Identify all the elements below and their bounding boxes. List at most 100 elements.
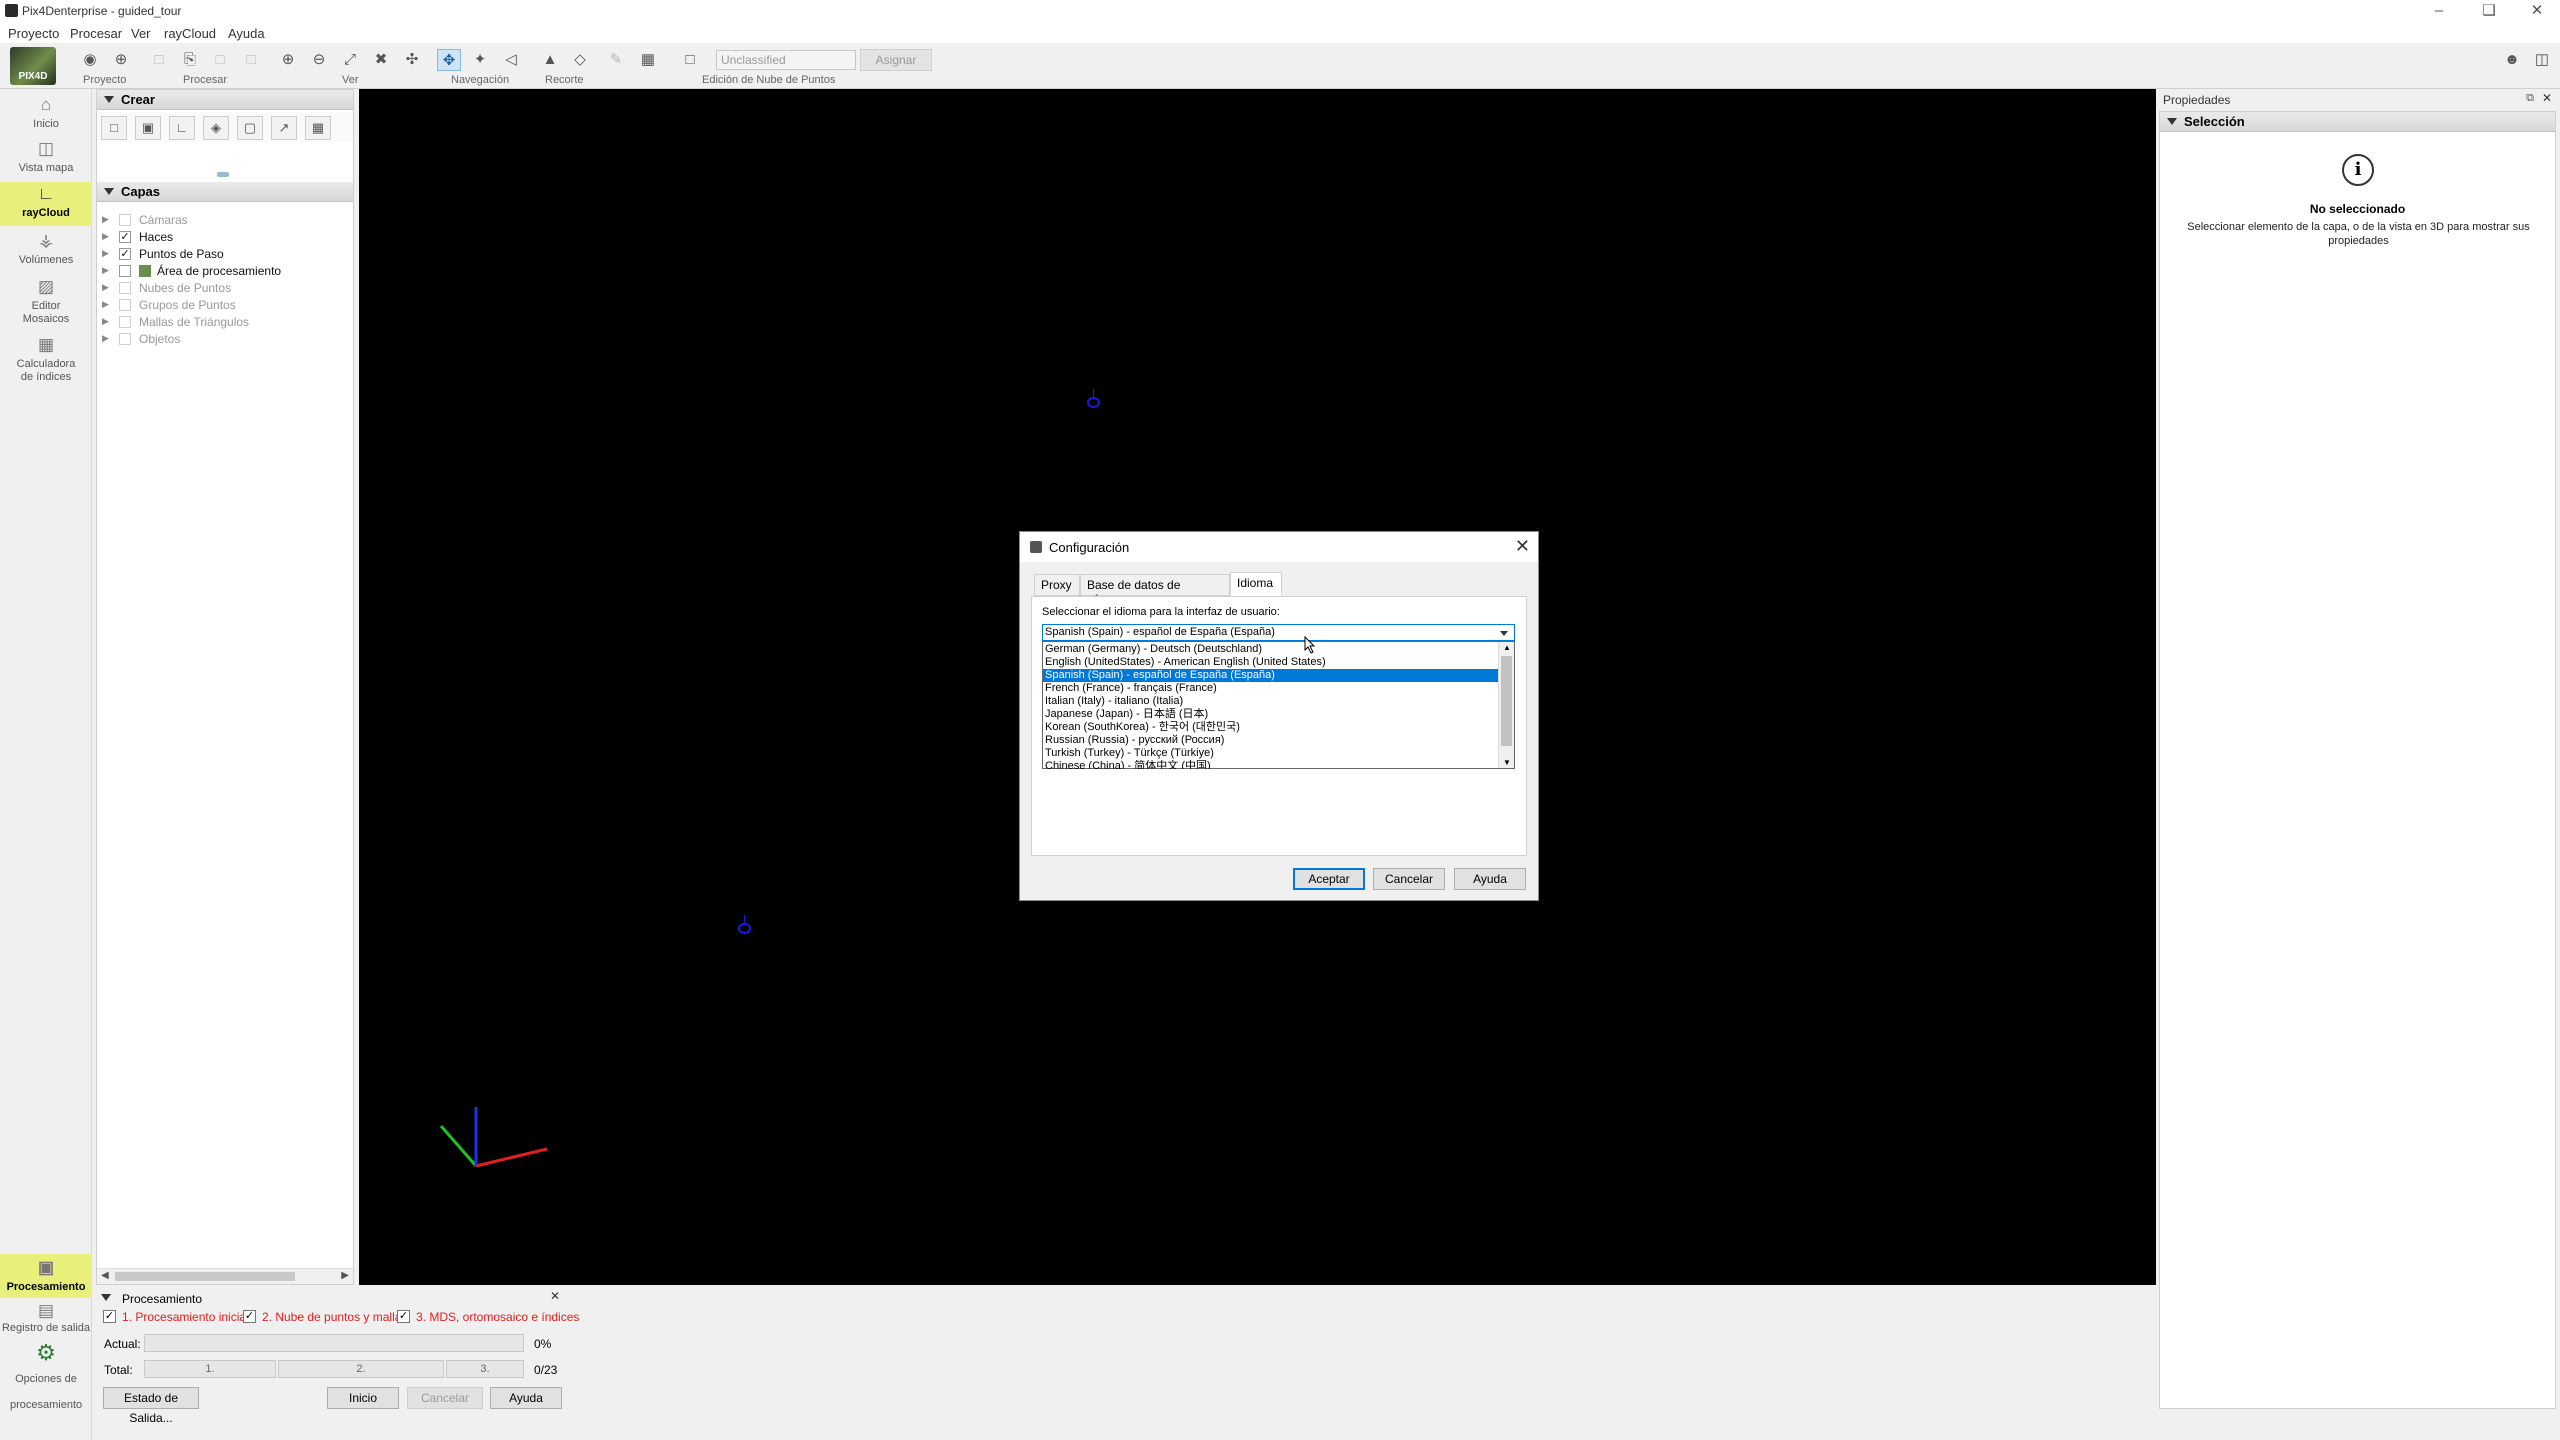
layer-checkbox[interactable] [119, 299, 131, 311]
layer-checkbox[interactable]: ✓ [119, 231, 131, 243]
clip-edit-icon[interactable]: ◇ [568, 49, 592, 71]
expand-icon[interactable]: ▶ [102, 265, 109, 276]
collapse-icon[interactable] [101, 1294, 111, 1301]
layer-checkbox[interactable] [119, 214, 131, 226]
help-processing-button[interactable]: Ayuda [490, 1387, 562, 1409]
dropdown-scrollbar[interactable]: ▲ ▼ [1498, 642, 1514, 768]
navigation-fly-icon[interactable]: ◁ [499, 49, 523, 71]
horizontal-scrollbar[interactable]: ◀ ▶ [97, 1268, 353, 1284]
create-polygon-icon[interactable]: ▣ [135, 116, 161, 140]
cancel-processing-button[interactable]: Cancelar [407, 1387, 483, 1409]
seleccion-header[interactable]: Selección [2160, 112, 2555, 132]
create-grid-icon[interactable]: ▦ [305, 116, 331, 140]
class-combo[interactable]: Unclassified [716, 50, 856, 70]
expand-icon[interactable]: ▶ [102, 214, 109, 225]
create-polyline-icon[interactable]: ∟ [169, 116, 195, 140]
layer-checkbox[interactable] [119, 333, 131, 345]
assign-button[interactable]: Asignar [860, 49, 932, 71]
camera-marker[interactable] [1087, 397, 1100, 408]
language-option[interactable]: Japanese (Japan) - 日本語 (日本) [1043, 708, 1499, 721]
language-option-selected[interactable]: Spanish (Spain) - español de España (Esp… [1043, 669, 1499, 682]
expand-icon[interactable]: ▶ [102, 316, 109, 327]
close-icon[interactable]: ✕ [1515, 536, 1530, 557]
scroll-left-icon[interactable]: ◀ [101, 1270, 109, 1281]
expand-icon[interactable]: ▶ [102, 231, 109, 242]
nav-raycloud[interactable]: ∟ rayCloud [0, 182, 92, 226]
float-icon[interactable]: ⧉ [2526, 92, 2534, 105]
layer-checkbox[interactable] [119, 316, 131, 328]
crear-header[interactable]: Crear [97, 90, 353, 110]
report-icon[interactable]: □ [147, 49, 171, 71]
menu-ayuda[interactable]: Ayuda [228, 26, 265, 41]
nav-inicio[interactable]: ⌂ Inicio [0, 95, 92, 137]
capas-header[interactable]: Capas [97, 182, 353, 202]
layer-puntos-paso[interactable]: ▶ ✓ Puntos de Paso [97, 246, 353, 263]
layer-checkbox[interactable] [119, 265, 131, 277]
new-project-icon[interactable]: ◉ [78, 49, 102, 71]
layer-objetos[interactable]: ▶ Objetos [97, 331, 353, 348]
language-option[interactable]: Italian (Italy) - italiano (Italia) [1043, 695, 1499, 708]
zoom-out-icon[interactable]: ⊖ [307, 49, 331, 71]
output-status-button[interactable]: Estado de Salida... [103, 1387, 199, 1425]
expand-icon[interactable]: ▶ [102, 282, 109, 293]
scroll-down-icon[interactable]: ▼ [1503, 758, 1511, 767]
expand-icon[interactable]: ▶ [102, 299, 109, 310]
accept-button[interactable]: Aceptar [1293, 868, 1365, 890]
process-options-icon[interactable]: □ [208, 49, 232, 71]
close-icon[interactable]: ✕ [2542, 91, 2552, 105]
menu-proyecto[interactable]: Proyecto [8, 26, 59, 41]
tab-idioma[interactable]: Idioma [1230, 572, 1282, 596]
language-select[interactable]: Spanish (Spain) - español de España (Esp… [1042, 624, 1515, 641]
scroll-right-icon[interactable]: ▶ [341, 1270, 349, 1281]
language-option[interactable]: English (UnitedStates) - American Englis… [1043, 656, 1499, 669]
pan-icon[interactable]: ✣ [400, 49, 424, 71]
fit-icon[interactable]: ✖ [369, 49, 393, 71]
layer-camaras[interactable]: ▶ Cámaras [97, 212, 353, 229]
layer-checkbox[interactable] [119, 282, 131, 294]
menu-procesar[interactable]: Procesar [70, 26, 122, 41]
navigation-trackball-icon[interactable]: ✥ [437, 49, 461, 71]
expand-icon[interactable]: ▶ [102, 333, 109, 344]
output-icon[interactable]: □ [239, 49, 263, 71]
nav-opciones-procesamiento[interactable]: ⚙ Opciones de procesamiento [0, 1342, 92, 1412]
tab-camera-database[interactable]: Base de datos de cámaras [1080, 574, 1230, 606]
close-icon[interactable]: ✕ [550, 1289, 560, 1303]
clip-box-icon[interactable]: ▲ [538, 49, 562, 71]
process-icon[interactable]: ⎘ [178, 49, 202, 71]
panels-icon[interactable]: ◫ [2530, 49, 2554, 71]
edit-points-icon[interactable]: ✎ [604, 49, 628, 71]
layer-checkbox[interactable]: ✓ [119, 248, 131, 260]
step2-checkbox[interactable]: ✓ [243, 1310, 256, 1323]
nav-calculadora-indices[interactable]: ▦ Calculadora de índices [0, 335, 92, 393]
gcp-manager-icon[interactable]: ⊕ [109, 49, 133, 71]
cancel-button[interactable]: Cancelar [1373, 868, 1445, 890]
class-color-icon[interactable]: □ [678, 49, 702, 71]
layer-area-procesamiento[interactable]: ▶ Área de procesamiento [97, 263, 353, 280]
layer-grupos-puntos[interactable]: ▶ Grupos de Puntos [97, 297, 353, 314]
language-option[interactable]: French (France) - français (France) [1043, 682, 1499, 695]
step3-checkbox[interactable]: ✓ [397, 1310, 410, 1323]
nav-procesamiento[interactable]: ▣ Procesamiento [0, 1254, 92, 1298]
language-option[interactable]: German (Germany) - Deutsch (Deutschland) [1043, 643, 1499, 656]
create-volume-icon[interactable]: ◈ [203, 116, 229, 140]
language-option[interactable]: Turkish (Turkey) - Türkçe (Türkiye) [1043, 747, 1499, 760]
menu-ver[interactable]: Ver [131, 26, 151, 41]
minimize-icon[interactable]: – [2416, 0, 2462, 22]
nav-editor-mosaicos[interactable]: ▨ Editor Mosaicos [0, 277, 92, 333]
layer-mallas[interactable]: ▶ Mallas de Triángulos [97, 314, 353, 331]
account-icon[interactable]: ☻ [2500, 49, 2524, 71]
zoom-in-icon[interactable]: ⊕ [276, 49, 300, 71]
create-rect-icon[interactable]: □ [101, 116, 127, 140]
nav-registro-salida[interactable]: ▤ Registro de salida [0, 1301, 92, 1337]
layer-haces[interactable]: ▶ ✓ Haces [97, 229, 353, 246]
nav-volumenes[interactable]: ⚶ Volúmenes [0, 231, 92, 275]
scroll-thumb[interactable] [115, 1272, 295, 1281]
scroll-up-icon[interactable]: ▲ [1503, 643, 1511, 652]
close-icon[interactable]: ✕ [2514, 0, 2560, 22]
language-option[interactable]: Chinese (China) - 简体中文 (中国) [1043, 760, 1499, 769]
zoom-extents-icon[interactable]: ⤢ [338, 49, 362, 71]
start-button[interactable]: Inicio [327, 1387, 399, 1409]
restore-icon[interactable]: ❑ [2466, 0, 2512, 22]
tab-proxy[interactable]: Proxy [1034, 574, 1080, 596]
layer-nubes-puntos[interactable]: ▶ Nubes de Puntos [97, 280, 353, 297]
